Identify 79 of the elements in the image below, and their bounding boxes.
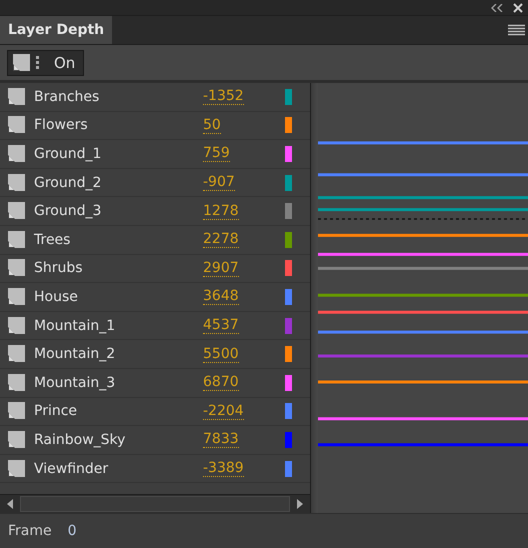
color-swatch[interactable] (285, 174, 292, 191)
scrollbar[interactable] (20, 496, 290, 512)
layer-name: Ground_3 (34, 203, 102, 220)
layer-icon (8, 430, 26, 449)
color-swatch[interactable] (285, 460, 292, 477)
layer-row[interactable]: Viewfinder -3389 (0, 454, 310, 484)
color-swatch[interactable] (285, 403, 292, 420)
layer-icon (8, 88, 26, 106)
depth-value[interactable]: 6870 (203, 374, 239, 392)
depth-value[interactable]: 2278 (203, 231, 239, 248)
layer-name: Rainbow_Sky (34, 432, 126, 448)
layer-row[interactable]: Mountain_1 4537 (0, 312, 310, 340)
layer-icon (8, 174, 26, 192)
layer-name: Trees (34, 232, 72, 248)
frame-value: 0 (68, 523, 77, 539)
layer-icon (8, 202, 26, 220)
color-swatch[interactable] (285, 232, 292, 248)
layer-name: Mountain_1 (34, 318, 116, 334)
layer-icon (8, 116, 26, 134)
layer-icon (13, 54, 31, 72)
depth-value[interactable]: -3389 (203, 460, 244, 478)
color-swatch[interactable] (285, 146, 292, 162)
layer-name: Viewfinder (34, 460, 110, 477)
layer-icon (8, 288, 26, 306)
layer-name: Branches (34, 88, 100, 105)
close-icon[interactable] (513, 2, 523, 12)
depth-value[interactable]: -907 (203, 174, 235, 192)
color-swatch[interactable] (285, 346, 292, 362)
layer-icon (8, 402, 26, 420)
layer-row[interactable]: House 3648 (0, 283, 310, 312)
layer-icon (8, 374, 26, 392)
layer-row[interactable]: Rainbow_Sky 7833 (0, 426, 310, 455)
depth-value[interactable]: 759 (203, 145, 230, 162)
layer-row[interactable]: Shrubs 2907 (0, 254, 310, 284)
layer-row[interactable]: Prince -2204 (0, 398, 310, 426)
layer-row[interactable]: Mountain_2 5500 (0, 340, 310, 369)
depth-value[interactable]: 50 (203, 116, 221, 134)
depth-value[interactable]: 4537 (203, 317, 239, 334)
layer-name: Ground_2 (34, 174, 102, 191)
collapse-icon[interactable] (491, 4, 503, 12)
depth-value[interactable]: 5500 (203, 346, 239, 363)
depth-value[interactable]: 1278 (203, 202, 239, 220)
layer-name: Mountain_2 (34, 346, 116, 362)
layer-icon (8, 230, 26, 249)
color-swatch[interactable] (285, 203, 292, 220)
layer-row[interactable]: Mountain_3 6870 (0, 368, 310, 398)
layer-row[interactable]: Ground_3 1278 (0, 197, 310, 226)
layer-icon (8, 460, 26, 478)
layer-row[interactable]: Flowers 50 (0, 112, 310, 140)
layer-name: House (34, 288, 79, 305)
color-swatch[interactable] (285, 318, 292, 334)
layer-name: Ground_1 (34, 146, 102, 162)
frame-label: Frame (8, 523, 52, 539)
depth-value[interactable]: -2204 (203, 402, 244, 420)
depth-value[interactable]: 3648 (203, 288, 239, 306)
layer-row[interactable]: Ground_2 -907 (0, 168, 310, 198)
layer-name: Shrubs (34, 260, 84, 276)
layer-icon (8, 345, 26, 364)
layer-row[interactable]: Ground_1 759 (0, 140, 310, 169)
depth-value[interactable]: -1352 (203, 88, 244, 106)
layer-row[interactable]: Branches -1352 (0, 83, 310, 112)
layer-name: Flowers (34, 117, 89, 134)
toggle-button[interactable]: On (7, 50, 84, 76)
color-swatch[interactable] (285, 117, 292, 134)
layer-name: Mountain_3 (34, 374, 116, 391)
layer-icon (8, 144, 26, 163)
layer-icon (8, 316, 26, 335)
panel-tab[interactable]: Layer Depth (0, 16, 112, 44)
color-swatch[interactable] (285, 88, 292, 105)
color-swatch[interactable] (285, 260, 292, 276)
depth-value[interactable]: 2907 (203, 260, 239, 277)
color-swatch[interactable] (285, 432, 292, 448)
layer-name: Prince (34, 403, 78, 420)
dots-icon (36, 56, 39, 69)
layer-row[interactable]: Trees 2278 (0, 226, 310, 255)
layer-icon (8, 259, 26, 278)
color-swatch[interactable] (285, 288, 292, 305)
color-swatch[interactable] (285, 374, 292, 391)
depth-value[interactable]: 7833 (203, 431, 239, 448)
